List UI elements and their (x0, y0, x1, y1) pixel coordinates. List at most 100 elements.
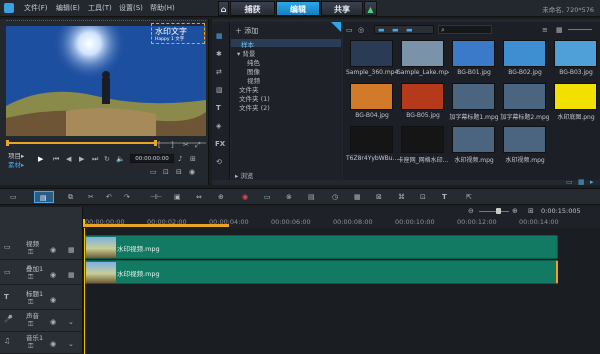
media-thumbnail[interactable] (554, 40, 597, 67)
split-screen-icon[interactable]: ⊠ (376, 193, 382, 201)
view-icon[interactable]: ▦ (556, 26, 563, 34)
tab-capture[interactable]: 捕获 (230, 1, 275, 16)
track-mute-icon[interactable]: ▦ (68, 246, 75, 254)
aspect-icon[interactable]: ⊟ (176, 168, 182, 176)
record-capture-icon[interactable]: ▣ (174, 193, 181, 201)
track-lock-icon[interactable]: ⚿ (28, 298, 33, 306)
track-visible-icon[interactable]: ◉ (50, 246, 56, 254)
step-back-icon[interactable]: ◀ (66, 155, 71, 163)
path-icon[interactable]: ⟲ (216, 158, 222, 166)
media-thumbnail[interactable] (503, 40, 546, 67)
media-thumbnail[interactable] (350, 126, 393, 153)
mark-in-icon[interactable]: [ (158, 141, 161, 149)
filter-image-icon[interactable]: ▬ (392, 26, 399, 34)
track-lock-icon[interactable]: ⚿ (28, 320, 33, 328)
subtitle-icon[interactable]: ▭ (264, 193, 271, 201)
fit-timeline-icon[interactable]: ⊞ (528, 207, 534, 215)
camera-icon[interactable]: ◉ (189, 168, 195, 176)
menu-file[interactable]: 文件(F) (24, 3, 48, 13)
mark-out-icon[interactable]: ] (171, 141, 174, 149)
timeline-view-button[interactable]: ▤ (34, 191, 54, 203)
record-icon[interactable]: ◎ (358, 26, 364, 34)
filter-icon[interactable]: FX (215, 140, 225, 148)
tab-share[interactable]: 共享 (321, 1, 363, 16)
zoom-slider[interactable] (479, 211, 509, 212)
media-filter-group[interactable]: ▬ ▬ ▬ (374, 25, 434, 34)
media-thumbnail[interactable] (452, 83, 495, 110)
upload-icon[interactable]: ▲ (364, 1, 377, 16)
speed-icon[interactable]: ◷ (332, 193, 338, 201)
media-icon[interactable]: ▦ (216, 32, 223, 40)
zoom-icon[interactable]: ⊞ (190, 155, 196, 163)
storyboard-view-icon[interactable]: ▭ (10, 193, 17, 201)
menu-settings[interactable]: 设置(S) (119, 3, 143, 13)
overlay-clip[interactable]: 水印视频.mpg (84, 260, 558, 284)
mask-icon[interactable]: ▦ (354, 193, 361, 201)
play-icon[interactable]: ▶ (38, 155, 43, 163)
next-icon[interactable]: ⏭ (92, 155, 98, 163)
menu-tools[interactable]: 工具(T) (88, 3, 112, 13)
media-thumbnail[interactable] (401, 126, 444, 153)
track-lock-icon[interactable]: ⚿ (28, 342, 33, 350)
tree-item-folder-2[interactable]: 文件夹 (2) (239, 102, 270, 112)
track-manager-icon[interactable]: ⧉ (68, 193, 73, 201)
sound-icon[interactable]: ♪ (178, 155, 182, 163)
media-thumbnail[interactable] (452, 126, 495, 153)
media-thumbnail[interactable] (401, 83, 444, 110)
panel-menu-icon[interactable]: ▸ (590, 178, 594, 186)
motion-tracking-icon[interactable]: ◉ (242, 193, 248, 201)
media-thumbnail[interactable] (350, 40, 393, 67)
track-visible-icon[interactable]: ◉ (50, 296, 56, 304)
track-lock-icon[interactable]: ⚿ (28, 273, 33, 281)
track-volume-icon[interactable]: ◉ (50, 318, 56, 326)
media-thumbnail[interactable] (503, 126, 546, 153)
track-visible-icon[interactable]: ◉ (50, 271, 56, 279)
add-edit-icon[interactable]: ✂ (88, 193, 94, 201)
repeat-icon[interactable]: ↻ (104, 155, 110, 163)
prev-icon[interactable]: ⏮ (53, 155, 59, 163)
filter-video-icon[interactable]: ▬ (378, 26, 385, 34)
media-thumbnail[interactable] (401, 40, 444, 67)
step-forward-icon[interactable]: ▶ (79, 155, 84, 163)
scrubber[interactable] (6, 140, 206, 146)
effect-icon[interactable]: ▧ (216, 86, 223, 94)
import-icon[interactable]: ▭ (346, 26, 353, 34)
graphic-icon[interactable]: ◈ (216, 122, 221, 130)
crop-tool-icon[interactable]: ⊡ (420, 193, 426, 201)
multi-camera-icon[interactable]: ▤ (308, 193, 315, 201)
media-thumbnail[interactable] (350, 83, 393, 110)
media-thumbnail[interactable] (452, 40, 495, 67)
track-volume-icon[interactable]: ◉ (50, 340, 56, 348)
zoom-slider-handle[interactable] (496, 208, 501, 214)
mode-clip[interactable]: 素材▸ (8, 159, 24, 169)
instant-project-icon[interactable]: ✱ (216, 50, 222, 58)
text-tool-icon[interactable]: T (442, 193, 447, 201)
layout-icon[interactable]: ▭ (566, 178, 573, 186)
transition-icon[interactable]: ⇄ (216, 68, 222, 76)
tab-home[interactable]: ⌂ (218, 1, 229, 16)
menu-help[interactable]: 帮助(H) (150, 3, 175, 13)
trim-icon[interactable]: ⊣⊢ (150, 193, 162, 201)
thumb-size-slider[interactable] (568, 29, 592, 30)
media-thumbnail[interactable] (554, 83, 597, 110)
volume-icon[interactable]: 🔈 (116, 155, 125, 163)
track-expand-icon[interactable]: ⌄ (68, 318, 74, 326)
tab-edit[interactable]: 编辑 (276, 1, 320, 16)
redo-icon[interactable]: ↷ (124, 193, 130, 201)
sort-icon[interactable]: ≡ (542, 26, 548, 34)
scrub-start-handle[interactable] (6, 140, 9, 146)
options-icon[interactable]: ▦ (578, 178, 585, 186)
undo-icon[interactable]: ↶ (106, 193, 112, 201)
screen-icon[interactable]: ▭ (150, 168, 157, 176)
auto-music-icon[interactable]: ⊕ (218, 193, 224, 201)
media-thumbnail[interactable] (503, 83, 546, 110)
fullscreen-icon[interactable]: ⤢ (195, 141, 201, 149)
title-icon[interactable]: T (216, 104, 221, 112)
add-folder-button[interactable]: ＋ 添加 (235, 26, 258, 36)
chain-icon[interactable]: ⊗ (286, 193, 292, 201)
timecode[interactable]: 00:00:00:00 (130, 154, 174, 163)
split-icon[interactable]: ✂ (183, 141, 189, 149)
menu-edit[interactable]: 编辑(E) (56, 3, 80, 13)
watermark-box[interactable]: 水印文字 Happy 1 文字 (151, 23, 205, 44)
fit-icon[interactable]: ⇱ (466, 193, 472, 201)
